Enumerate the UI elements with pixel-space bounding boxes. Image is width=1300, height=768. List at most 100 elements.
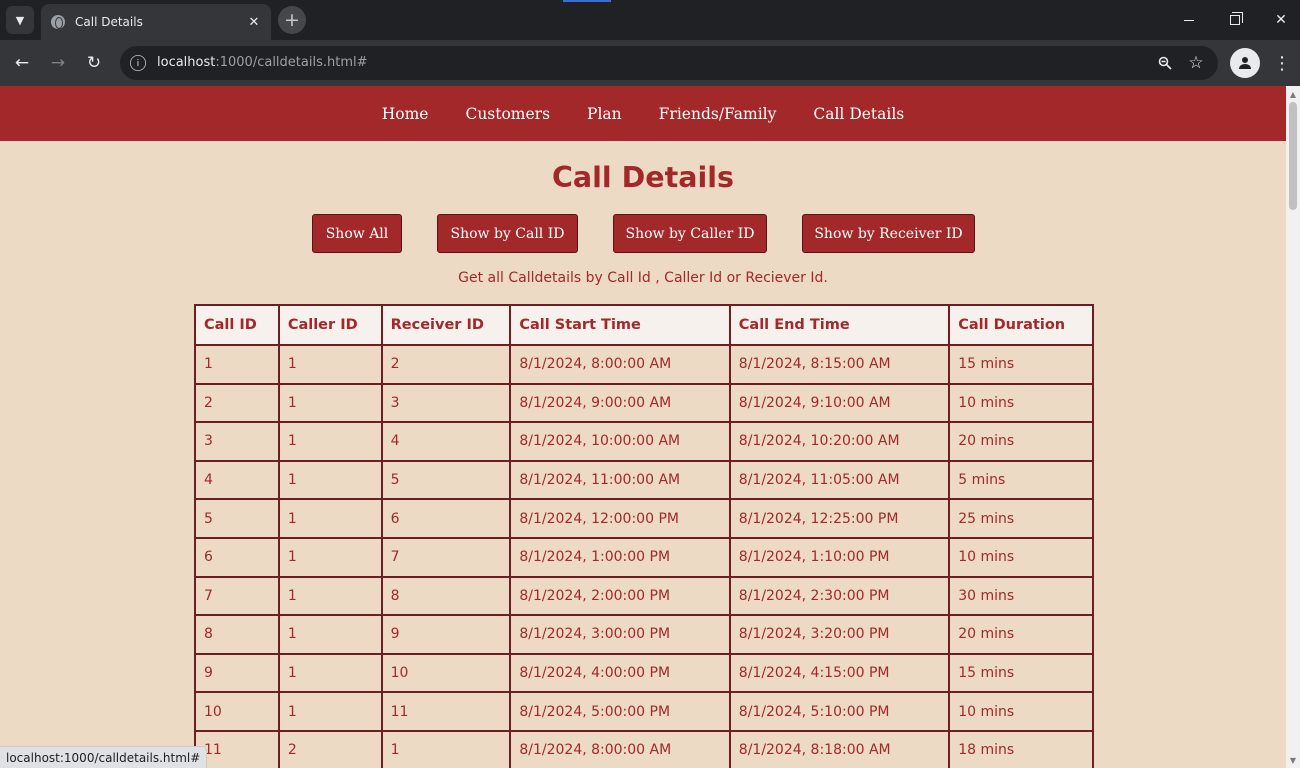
cell-call-duration: 15 mins [948, 652, 1094, 694]
browser-tab-bar: ▼ Call Details ✕ + ✕ [0, 0, 1300, 40]
close-icon[interactable]: ✕ [245, 15, 263, 30]
cell-call-start-time: 8/1/2024, 8:00:00 AM [509, 729, 731, 768]
restore-icon [1230, 12, 1243, 25]
page-title: Call Details [552, 161, 734, 194]
cell-call-end-time: 8/1/2024, 2:30:00 PM [728, 575, 951, 617]
cell-caller-id: 2 [277, 729, 383, 768]
scroll-down-icon[interactable]: ▼ [1286, 754, 1300, 766]
url-text[interactable]: localhost:1000/calldetails.html# [157, 55, 368, 70]
star-icon[interactable]: ☆ [1184, 51, 1208, 75]
cell-caller-id: 1 [277, 614, 383, 655]
cell-call-end-time: 8/1/2024, 3:20:00 PM [728, 614, 951, 655]
site-info-icon[interactable]: i [130, 55, 146, 71]
forward-arrow-icon[interactable]: → [46, 51, 70, 75]
minimize-icon [1184, 19, 1194, 21]
cell-receiver-id: 7 [380, 536, 512, 578]
more-vert-icon[interactable]: ⋮ [1270, 51, 1294, 75]
cell-call-id: 9 [194, 652, 280, 694]
cell-receiver-id: 2 [380, 344, 512, 385]
cell-call-start-time: 8/1/2024, 4:00:00 PM [509, 652, 731, 694]
cell-call-end-time: 8/1/2024, 8:15:00 AM [728, 344, 951, 385]
column-header-caller-id[interactable]: Caller ID [277, 304, 383, 346]
nav-call-details[interactable]: Call Details [795, 105, 923, 123]
cell-call-id: 3 [194, 421, 280, 462]
tab-list-icon[interactable]: ▼ [6, 6, 34, 34]
cell-receiver-id: 9 [380, 614, 512, 655]
table-row: 8 1 9 8/1/2024, 3:00:00 PM 8/1/2024, 3:20:00… [194, 614, 1094, 655]
page-scrollbar[interactable]: ▲ ▼ [1286, 86, 1300, 768]
address-bar[interactable]: i localhost:1000/calldetails.html# ☆ [120, 46, 1218, 80]
cell-call-start-time: 8/1/2024, 11:00:00 AM [509, 459, 731, 501]
cell-call-end-time: 8/1/2024, 8:18:00 AM [728, 729, 951, 768]
scrollbar-thumb[interactable] [1289, 102, 1297, 210]
nav-customers[interactable]: Customers [447, 105, 569, 123]
column-header-call-start-time[interactable]: Call Start Time [509, 304, 731, 346]
url-path: :1000/calldetails.html# [215, 55, 368, 70]
url-host: localhost [157, 55, 216, 70]
accent-strip [563, 0, 611, 2]
table-header-row: Call ID Caller ID Receiver ID Call Start… [194, 304, 1094, 346]
column-header-call-end-time[interactable]: Call End Time [728, 304, 951, 346]
cell-call-duration: 10 mins [948, 382, 1094, 424]
nav-plan[interactable]: Plan [569, 105, 641, 123]
top-navbar: Home Customers Plan Friends/Family Call … [0, 86, 1286, 141]
cell-receiver-id: 5 [380, 459, 512, 501]
cell-call-start-time: 8/1/2024, 5:00:00 PM [509, 691, 731, 732]
profile-icon[interactable] [1230, 48, 1260, 78]
cell-call-duration: 10 mins [948, 536, 1094, 578]
show-by-call-id-button[interactable]: Show by Call ID [437, 214, 578, 253]
table-body: 1 1 2 8/1/2024, 8:00:00 AM 8/1/2024, 8:15:00… [194, 344, 1094, 768]
cell-receiver-id: 11 [380, 691, 512, 732]
cell-call-start-time: 8/1/2024, 12:00:00 PM [509, 498, 731, 539]
cell-receiver-id: 10 [380, 652, 512, 694]
back-arrow-icon[interactable]: ← [10, 51, 34, 75]
cell-caller-id: 1 [277, 344, 383, 385]
cell-call-duration: 25 mins [948, 498, 1094, 539]
cell-call-id: 8 [194, 614, 280, 655]
table-row: 6 1 7 8/1/2024, 1:00:00 PM 8/1/2024, 1:10:00… [194, 536, 1094, 578]
table-row: 7 1 8 8/1/2024, 2:00:00 PM 8/1/2024, 2:30:00… [194, 575, 1094, 617]
cell-call-end-time: 8/1/2024, 1:10:00 PM [728, 536, 951, 578]
nav-friends-family[interactable]: Friends/Family [640, 105, 795, 123]
cell-receiver-id: 8 [380, 575, 512, 617]
plus-icon[interactable]: + [278, 6, 306, 34]
call-details-table: Call ID Caller ID Receiver ID Call Start… [194, 304, 1094, 768]
cell-call-duration: 20 mins [948, 614, 1094, 655]
cell-receiver-id: 4 [380, 421, 512, 462]
column-header-receiver-id[interactable]: Receiver ID [380, 304, 512, 346]
cell-call-start-time: 8/1/2024, 8:00:00 AM [509, 344, 731, 385]
reload-icon[interactable]: ↻ [82, 51, 106, 75]
table-row: 4 1 5 8/1/2024, 11:00:00 AM 8/1/2024, 11:05:… [194, 459, 1094, 501]
cell-call-duration: 18 mins [948, 729, 1094, 768]
show-by-caller-id-button[interactable]: Show by Caller ID [613, 214, 767, 253]
cell-call-duration: 30 mins [948, 575, 1094, 617]
cell-caller-id: 1 [277, 652, 383, 694]
page-viewport: Home Customers Plan Friends/Family Call … [0, 86, 1286, 768]
cell-call-id: 1 [194, 344, 280, 385]
restore-button[interactable] [1212, 0, 1258, 40]
cell-caller-id: 1 [277, 459, 383, 501]
browser-tab[interactable]: Call Details ✕ [41, 4, 271, 40]
window-close-button[interactable]: ✕ [1258, 0, 1300, 40]
column-header-call-id[interactable]: Call ID [194, 304, 280, 346]
cell-caller-id: 1 [277, 575, 383, 617]
column-header-call-duration[interactable]: Call Duration [948, 304, 1094, 346]
cell-receiver-id: 1 [380, 729, 512, 768]
nav-home[interactable]: Home [363, 105, 447, 123]
globe-icon [51, 15, 65, 29]
cell-call-start-time: 8/1/2024, 1:00:00 PM [509, 536, 731, 578]
scroll-up-icon[interactable]: ▲ [1286, 88, 1300, 100]
cell-receiver-id: 3 [380, 382, 512, 424]
show-all-button[interactable]: Show All [312, 214, 402, 253]
cell-call-start-time: 8/1/2024, 2:00:00 PM [509, 575, 731, 617]
minimize-button[interactable] [1166, 0, 1212, 40]
cell-call-start-time: 8/1/2024, 9:00:00 AM [509, 382, 731, 424]
cell-caller-id: 1 [277, 536, 383, 578]
cell-call-start-time: 8/1/2024, 3:00:00 PM [509, 614, 731, 655]
table-row: 9 1 10 8/1/2024, 4:00:00 PM 8/1/2024, 4:15:0… [194, 652, 1094, 694]
show-by-receiver-id-button[interactable]: Show by Receiver ID [802, 214, 975, 253]
table-row: 2 1 3 8/1/2024, 9:00:00 AM 8/1/2024, 9:10:00… [194, 382, 1094, 424]
cell-call-end-time: 8/1/2024, 10:20:00 AM [728, 421, 951, 462]
hint-text: Get all Calldetails by Call Id , Caller … [458, 270, 828, 286]
zoom-icon[interactable] [1154, 52, 1176, 74]
